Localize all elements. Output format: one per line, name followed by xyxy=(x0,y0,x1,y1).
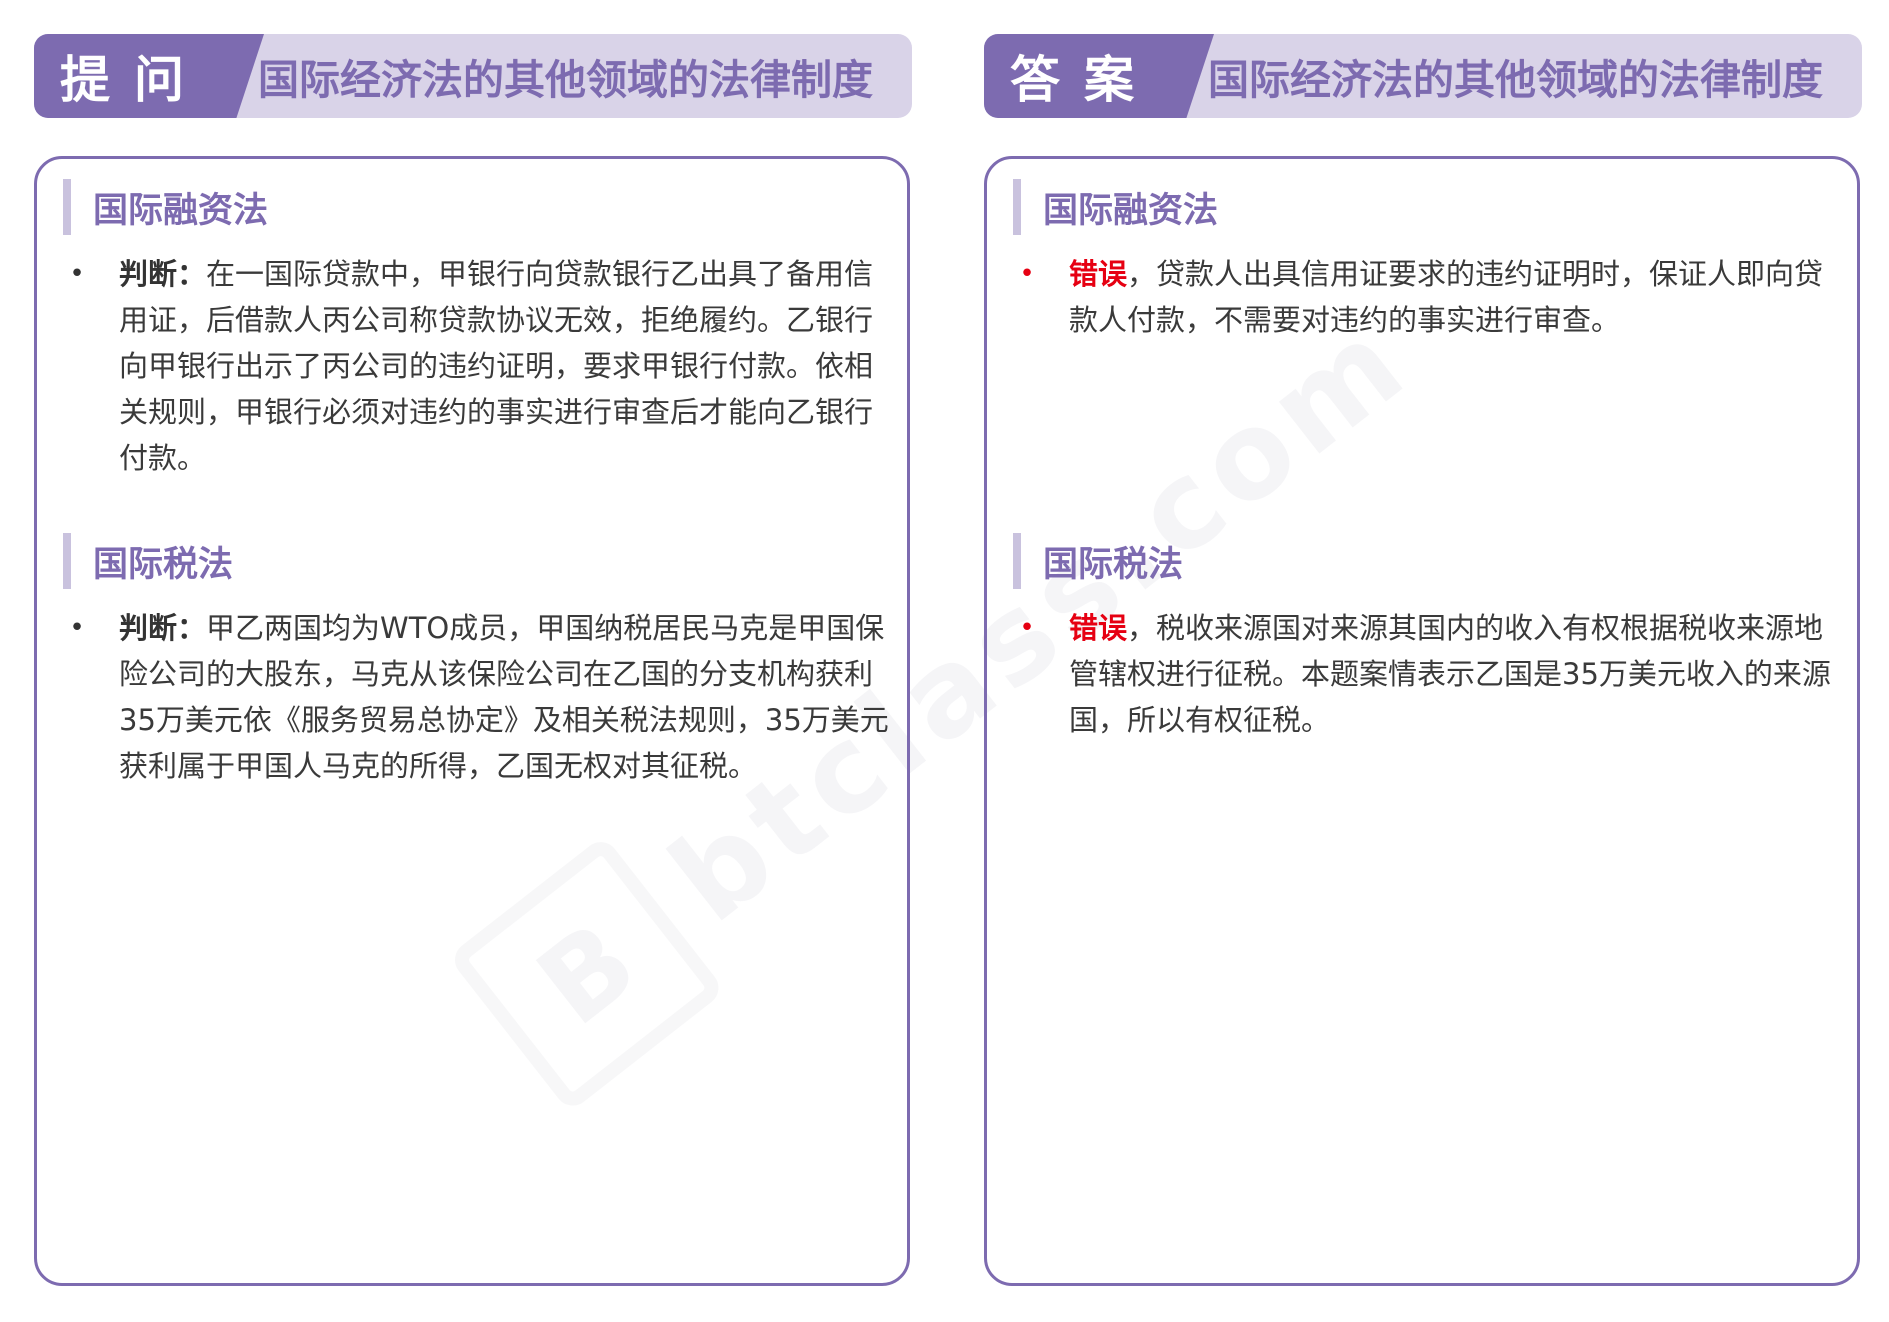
question-banner: 提问 国际经济法的其他领域的法律制度 xyxy=(34,34,912,118)
item-text: ，贷款人出具信用证要求的违约证明时，保证人即向贷款人付款，不需要对违约的事实进行… xyxy=(1069,257,1824,337)
question-banner-title: 国际经济法的其他领域的法律制度 xyxy=(258,56,873,104)
question-section-tax: 国际税法 • 判断：甲乙两国均为WTO成员，甲国纳税居民马克是甲国保险公司的大股… xyxy=(37,533,907,789)
item-lead: 判断： xyxy=(119,257,207,291)
section-title: 国际融资法 xyxy=(1043,190,1219,231)
section-title: 国际税法 xyxy=(1043,544,1184,585)
question-tag: 提问 xyxy=(34,34,264,118)
section-header: 国际融资法 xyxy=(1013,179,1857,235)
answer-column: 答案 国际经济法的其他领域的法律制度 国际融资法 • 错误，贷款人出具信用证要求… xyxy=(984,0,1864,1322)
section-header: 国际税法 xyxy=(63,533,907,589)
section-title: 国际税法 xyxy=(93,544,234,585)
bullet-icon: • xyxy=(69,259,85,289)
question-card: 国际融资法 • 判断：在一国际贷款中，甲银行向贷款银行乙出具了备用信用证，后借款… xyxy=(34,156,910,1286)
section-header: 国际税法 xyxy=(1013,533,1857,589)
answer-card: 国际融资法 • 错误，贷款人出具信用证要求的违约证明时，保证人即向贷款人付款，不… xyxy=(984,156,1860,1286)
section-accent-bar xyxy=(1013,533,1021,589)
bullet-icon: • xyxy=(1019,259,1035,289)
section-accent-bar xyxy=(63,179,71,235)
verdict-label: 错误 xyxy=(1069,611,1128,645)
list-item: • 错误，税收来源国对来源其国内的收入有权根据税收来源地管辖权进行征税。本题案情… xyxy=(1017,605,1843,743)
section-header: 国际融资法 xyxy=(63,179,907,235)
list-item: • 错误，贷款人出具信用证要求的违约证明时，保证人即向贷款人付款，不需要对违约的… xyxy=(1017,251,1843,343)
question-column: 提问 国际经济法的其他领域的法律制度 国际融资法 • 判断：在一国际贷款中，甲银… xyxy=(34,0,914,1322)
answer-tag-label: 答案 xyxy=(1010,50,1158,109)
bullet-icon: • xyxy=(69,613,85,643)
answer-banner: 答案 国际经济法的其他领域的法律制度 xyxy=(984,34,1862,118)
answer-tag: 答案 xyxy=(984,34,1214,118)
section-accent-bar xyxy=(63,533,71,589)
section-title: 国际融资法 xyxy=(93,190,269,231)
question-tag-label: 提问 xyxy=(60,50,208,109)
answer-section-tax: 国际税法 • 错误，税收来源国对来源其国内的收入有权根据税收来源地管辖权进行征税… xyxy=(987,533,1857,743)
item-text: 在一国际贷款中，甲银行向贷款银行乙出具了备用信用证，后借款人丙公司称贷款协议无效… xyxy=(119,257,874,475)
section-accent-bar xyxy=(1013,179,1021,235)
item-text: 甲乙两国均为WTO成员，甲国纳税居民马克是甲国保险公司的大股东，马克从该保险公司… xyxy=(119,611,889,783)
item-lead: 判断： xyxy=(119,611,207,645)
verdict-label: 错误 xyxy=(1069,257,1128,291)
answer-section-financing: 国际融资法 • 错误，贷款人出具信用证要求的违约证明时，保证人即向贷款人付款，不… xyxy=(987,179,1857,343)
answer-banner-title: 国际经济法的其他领域的法律制度 xyxy=(1208,56,1823,104)
item-text: ，税收来源国对来源其国内的收入有权根据税收来源地管辖权进行征税。本题案情表示乙国… xyxy=(1069,611,1831,737)
list-item: • 判断：在一国际贷款中，甲银行向贷款银行乙出具了备用信用证，后借款人丙公司称贷… xyxy=(67,251,893,481)
list-item: • 判断：甲乙两国均为WTO成员，甲国纳税居民马克是甲国保险公司的大股东，马克从… xyxy=(67,605,893,789)
question-section-financing: 国际融资法 • 判断：在一国际贷款中，甲银行向贷款银行乙出具了备用信用证，后借款… xyxy=(37,179,907,481)
bullet-icon: • xyxy=(1019,613,1035,643)
